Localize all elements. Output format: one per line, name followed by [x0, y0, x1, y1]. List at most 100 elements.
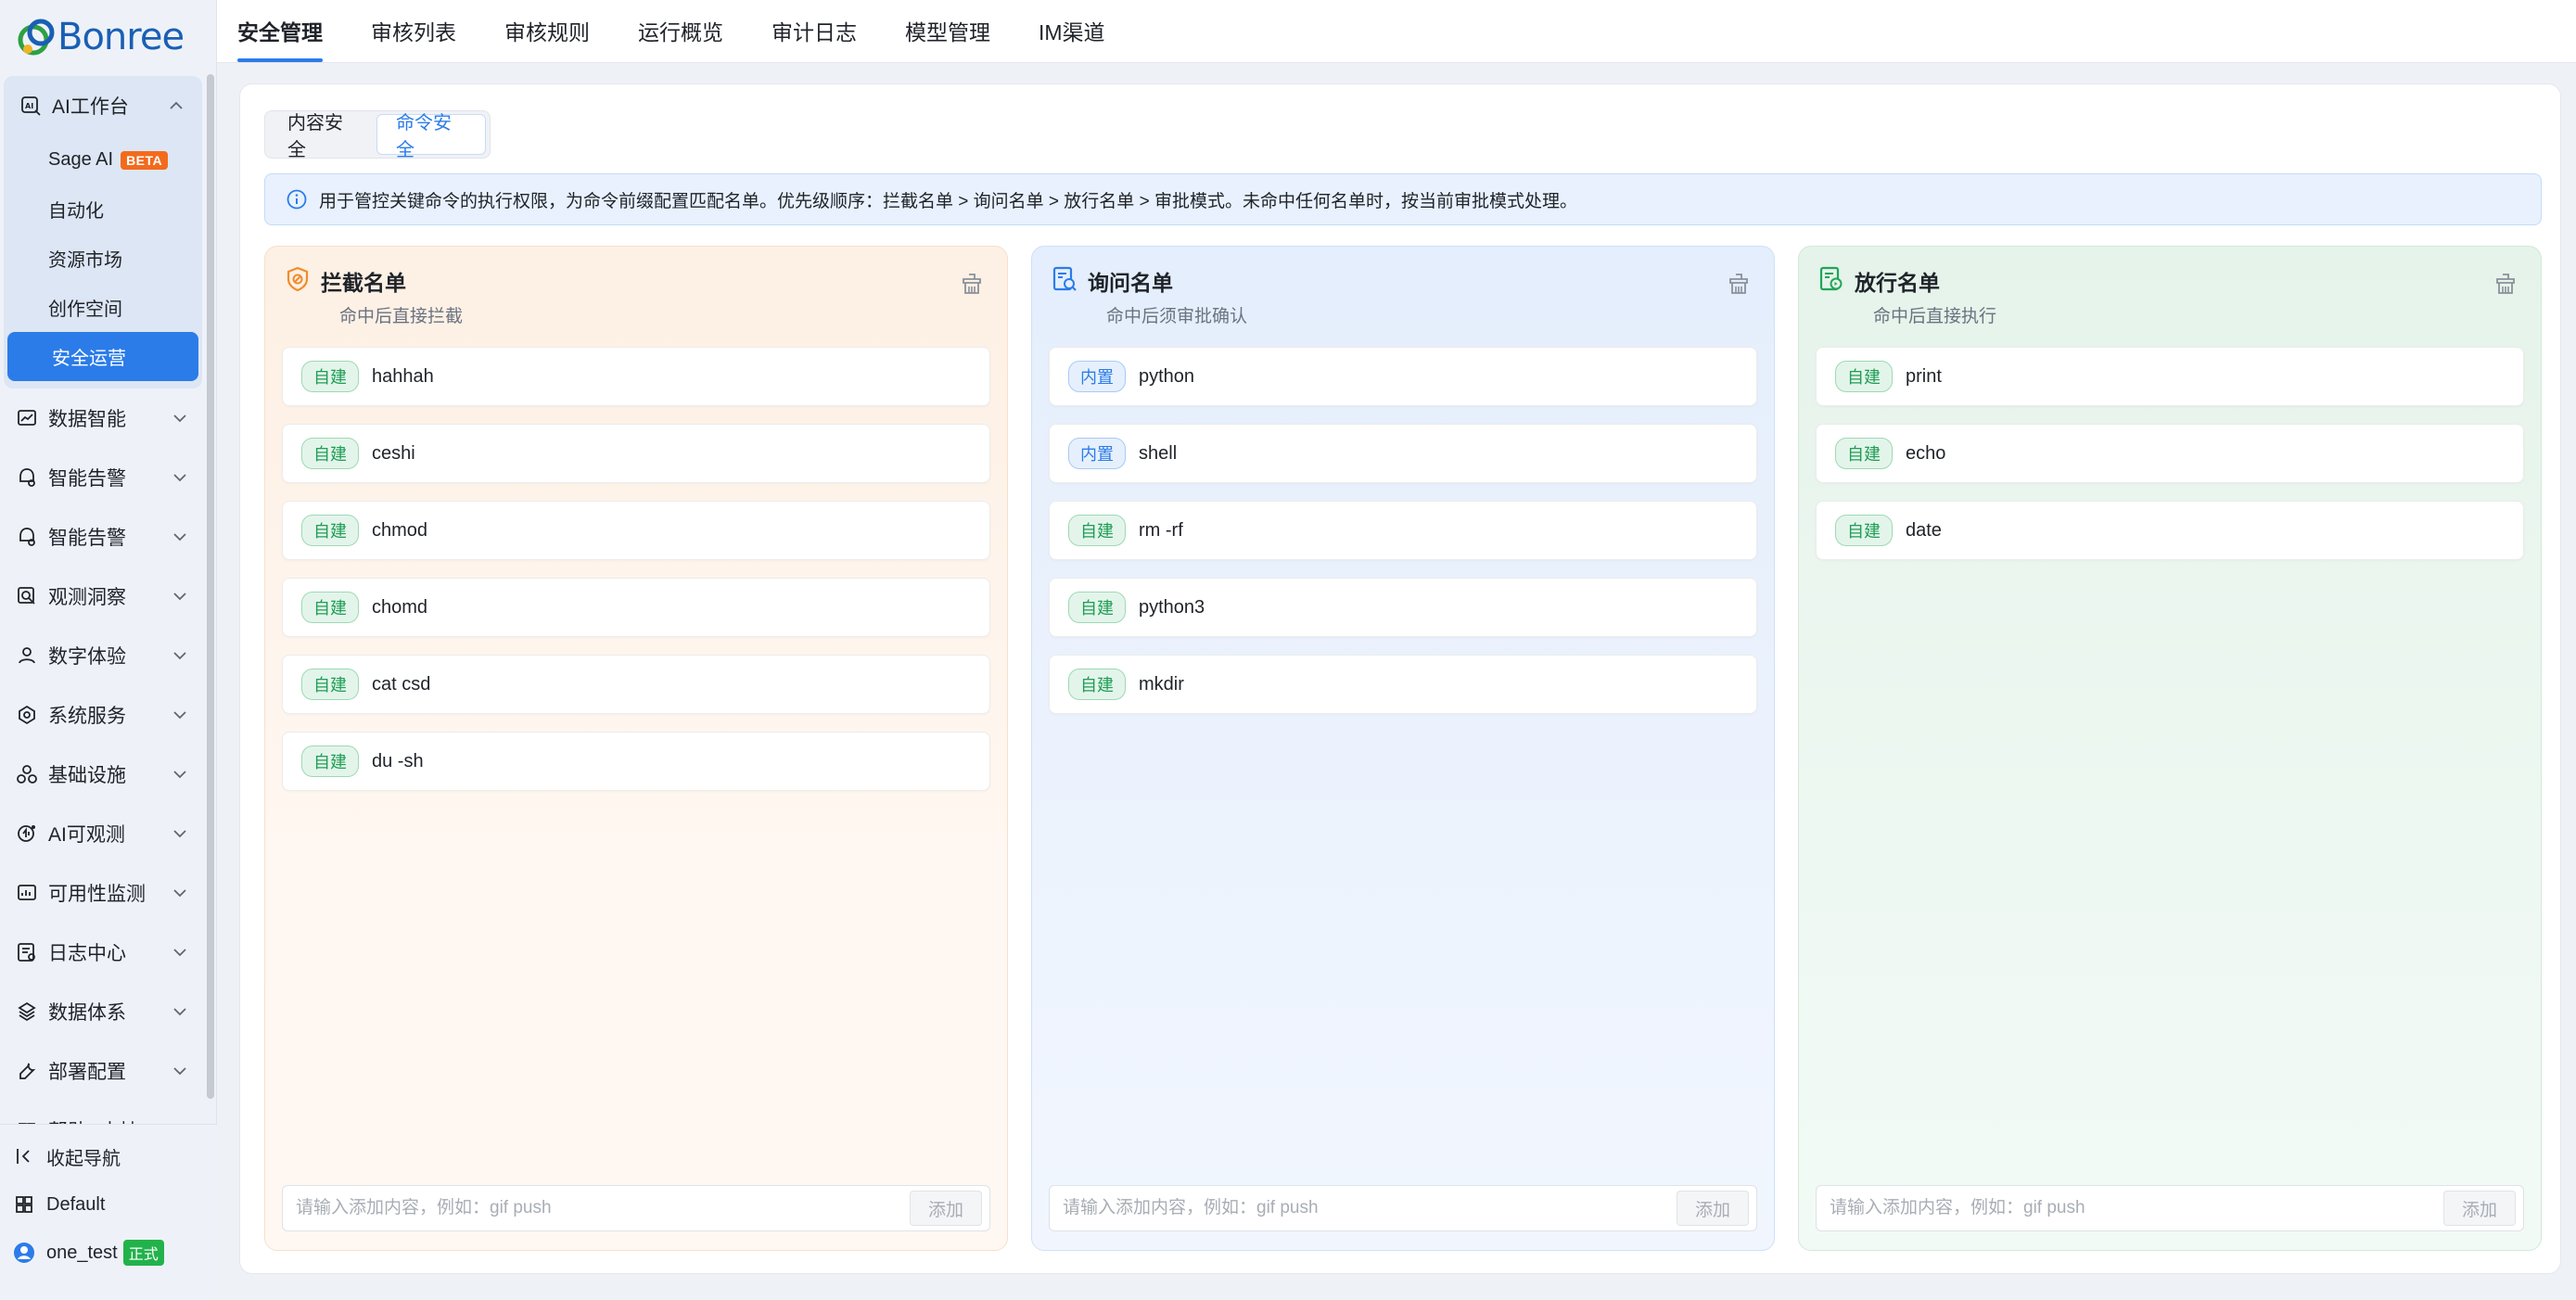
nav-item-data-intelligence[interactable]: 数据智能	[0, 389, 206, 448]
allow-add-input[interactable]	[1817, 1188, 2443, 1229]
nav-item-smart-alert[interactable]: 智能告警	[0, 448, 206, 507]
list-item[interactable]: 自建 ceshi	[282, 424, 990, 483]
tab-run-overview[interactable]: 运行概览	[638, 0, 723, 62]
sub-item-creation-space[interactable]: 创作空间	[4, 283, 202, 332]
list-item[interactable]: 自建 date	[1816, 501, 2524, 560]
nav-item-help-support[interactable]: 帮助&支持	[0, 1101, 206, 1124]
ask-add-input[interactable]	[1050, 1188, 1677, 1229]
list-item[interactable]: 自建 echo	[1816, 424, 2524, 483]
custom-tag: 自建	[1835, 515, 1893, 546]
list-item[interactable]: 自建 mkdir	[1049, 655, 1757, 714]
tab-review-rules[interactable]: 审核规则	[504, 0, 590, 62]
command-text: chmod	[372, 519, 428, 541]
brand-logo[interactable]: Bonree	[11, 9, 206, 65]
segment-label: 内容安全	[287, 113, 343, 160]
top-tabs: 安全管理 审核列表 审核规则 运行概览 审计日志 模型管理 IM渠道	[217, 0, 2576, 63]
custom-tag: 自建	[301, 592, 359, 623]
list-item[interactable]: 内置 shell	[1049, 424, 1757, 483]
search-doc-icon	[15, 584, 39, 608]
custom-tag: 自建	[1835, 438, 1893, 469]
custom-tag: 自建	[1835, 361, 1893, 392]
nav-item-deploy-config[interactable]: 部署配置	[0, 1041, 206, 1101]
nav-item-label: 数字体验	[48, 646, 126, 668]
allow-add-button[interactable]: 添加	[2443, 1191, 2516, 1226]
tab-im-channel[interactable]: IM渠道	[1039, 0, 1105, 62]
tab-label: 模型管理	[905, 20, 990, 45]
log-icon	[15, 940, 39, 964]
sidebar-scrollbar[interactable]	[207, 74, 214, 1099]
tab-security-management[interactable]: 安全管理	[237, 0, 323, 62]
nav-item-data-system[interactable]: 数据体系	[0, 982, 206, 1041]
sub-item-security-ops[interactable]: 安全运营	[7, 332, 198, 381]
allow-list-panel: 放行名单 命中后直接执行 自建 print 自建 echo 自建 date 添加	[1798, 246, 2542, 1251]
nav-item-infrastructure[interactable]: 基础设施	[0, 745, 206, 804]
chevron-down-icon	[173, 414, 186, 423]
sidebar-nav: AI AI工作台 Sage AI BETA 自动化 资源市场 创作空间 安全运营	[0, 76, 206, 1124]
panel-subtitle: 命中后直接执行	[1873, 307, 1997, 326]
block-add-input[interactable]	[283, 1188, 910, 1229]
chevron-down-icon	[173, 474, 186, 482]
collapse-nav-label: 收起导航	[46, 1148, 121, 1169]
custom-tag: 自建	[1068, 592, 1126, 623]
chevron-down-icon	[173, 1008, 186, 1016]
list-item[interactable]: 自建 python3	[1049, 578, 1757, 637]
command-text: chomd	[372, 596, 428, 618]
user-name: one_test	[46, 1242, 118, 1263]
nav-item-availability-monitor[interactable]: 可用性监测	[0, 863, 206, 923]
workspace-switcher[interactable]: Default	[0, 1180, 217, 1229]
tab-audit-log[interactable]: 审计日志	[772, 0, 857, 62]
nav-item-digital-experience[interactable]: 数字体验	[0, 626, 206, 685]
nav-item-smart-alert-2[interactable]: 智能告警	[0, 507, 206, 567]
user-menu[interactable]: one_test 正式	[0, 1229, 217, 1277]
tab-model-management[interactable]: 模型管理	[905, 0, 990, 62]
block-add-button[interactable]: 添加	[910, 1191, 982, 1226]
tab-review-list[interactable]: 审核列表	[371, 0, 456, 62]
nav-item-label: 智能告警	[48, 468, 126, 490]
list-item[interactable]: 自建 du -sh	[282, 732, 990, 791]
clear-list-icon[interactable]	[1726, 271, 1752, 297]
nav-item-system-services[interactable]: 系统服务	[0, 685, 206, 745]
user-icon	[15, 644, 39, 668]
main-panel: 内容安全 命令安全 用于管控关键命令的执行权限，为命令前缀配置匹配名单。优先级顺…	[239, 83, 2561, 1274]
command-text: du -sh	[372, 750, 424, 771]
sub-item-sage-ai[interactable]: Sage AI BETA	[4, 135, 202, 185]
list-item[interactable]: 内置 python	[1049, 347, 1757, 406]
clear-list-icon[interactable]	[2493, 271, 2519, 297]
ask-list-panel: 询问名单 命中后须审批确认 内置 python 内置 shell 自建 rm -rf …	[1031, 246, 1775, 1251]
ask-add-button[interactable]: 添加	[1677, 1191, 1749, 1226]
security-type-switch: 内容安全 命令安全	[264, 110, 491, 160]
block-list-header: 拦截名单 命中后直接拦截	[284, 263, 988, 328]
beta-badge: BETA	[121, 150, 169, 170]
nav-item-label: 观测洞察	[48, 587, 126, 608]
ai-workbench-icon: AI	[19, 94, 43, 118]
nav-group-ai-workbench: AI AI工作台 Sage AI BETA 自动化 资源市场 创作空间 安全运营	[4, 76, 202, 389]
list-item[interactable]: 自建 chomd	[282, 578, 990, 637]
sub-item-label: Sage AI	[48, 149, 114, 170]
sub-item-label: 自动化	[48, 201, 104, 222]
segment-content-security[interactable]: 内容安全	[269, 113, 376, 160]
custom-tag: 自建	[1068, 515, 1126, 546]
command-text: hahhah	[372, 365, 434, 387]
sub-item-label: 安全运营	[52, 349, 126, 369]
command-text: python	[1139, 365, 1195, 387]
sub-item-resource-market[interactable]: 资源市场	[4, 234, 202, 283]
segment-command-security[interactable]: 命令安全	[376, 113, 486, 160]
panel-subtitle: 命中后直接拦截	[339, 307, 464, 326]
list-item[interactable]: 自建 chmod	[282, 501, 990, 560]
nav-item-ai-workbench[interactable]: AI AI工作台	[4, 76, 202, 135]
nav-item-observe-insight[interactable]: 观测洞察	[0, 567, 206, 626]
clear-list-icon[interactable]	[959, 271, 985, 297]
nav-item-label: 可用性监测	[48, 884, 146, 905]
avatar	[13, 1242, 35, 1264]
nav-item-log-center[interactable]: 日志中心	[0, 923, 206, 982]
sub-item-automation[interactable]: 自动化	[4, 185, 202, 234]
nav-item-ai-observability[interactable]: AI可观测	[0, 804, 206, 863]
list-item[interactable]: 自建 print	[1816, 347, 2524, 406]
workspace-label: Default	[46, 1193, 106, 1215]
list-item[interactable]: 自建 hahhah	[282, 347, 990, 406]
list-item[interactable]: 自建 rm -rf	[1049, 501, 1757, 560]
sub-item-label: 资源市场	[48, 250, 122, 271]
data-icon	[15, 1000, 39, 1024]
collapse-nav-button[interactable]: 收起导航	[0, 1132, 217, 1180]
list-item[interactable]: 自建 cat csd	[282, 655, 990, 714]
